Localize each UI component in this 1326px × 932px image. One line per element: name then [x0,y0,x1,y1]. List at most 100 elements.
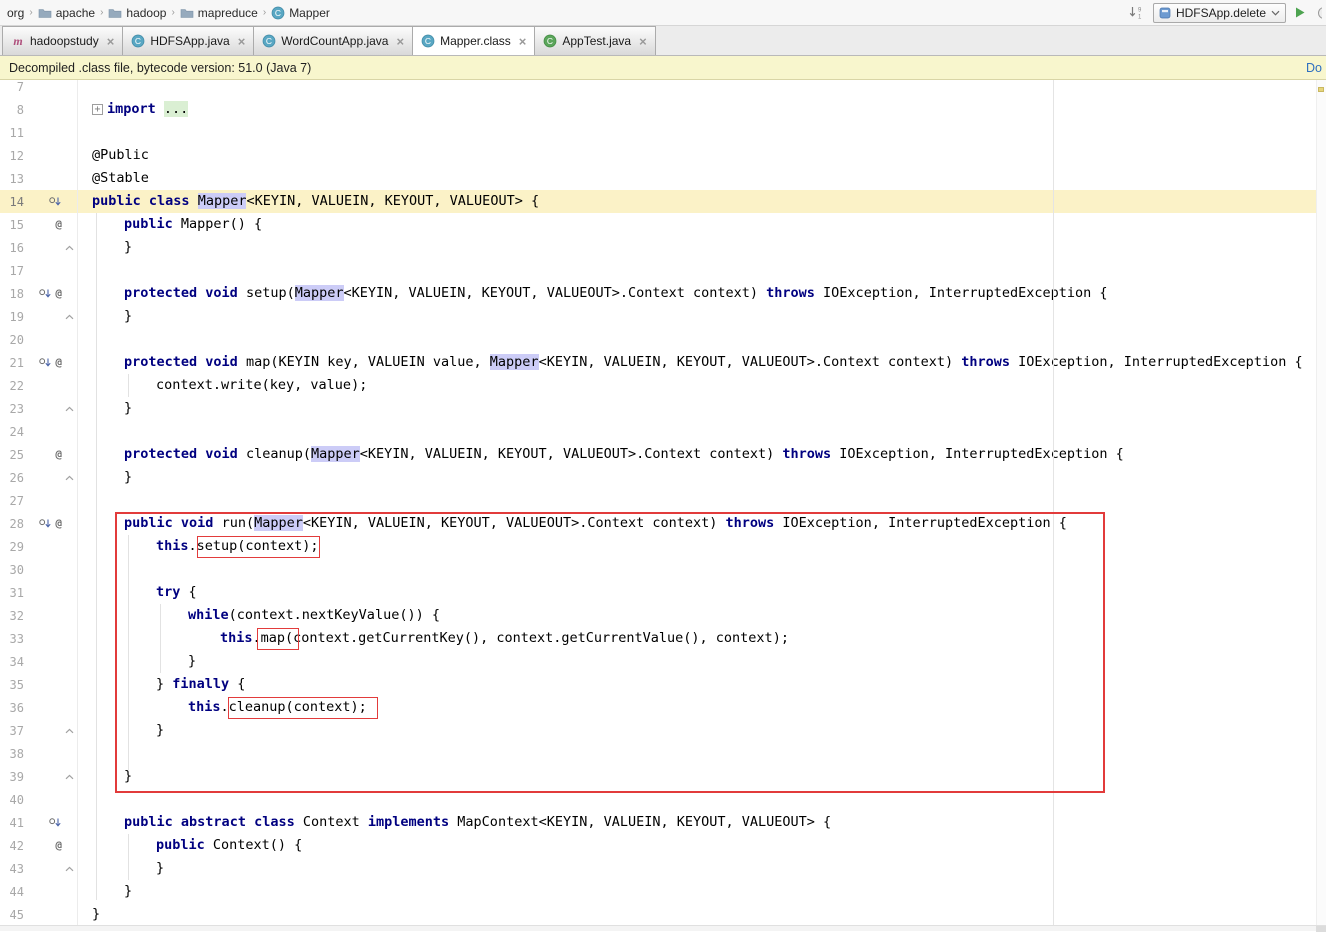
overridden-method-icon[interactable] [39,288,52,300]
code-line-12: 12@Public [0,144,1326,167]
fold-marker-icon[interactable] [65,314,74,320]
toolbar-right: 91 HDFSApp.delete [1128,3,1322,23]
breadcrumb-item-hadoop[interactable]: hadoop [105,5,169,21]
overridden-method-icon[interactable] [49,196,62,208]
annotation-gutter-icon[interactable]: @ [55,219,62,230]
chevron-right-icon: › [98,7,105,18]
code-text: this.map(context.getCurrentKey(), contex… [78,627,789,650]
run-button[interactable] [1294,6,1306,19]
plain-token: } [156,722,164,738]
annotation-gutter-icon[interactable]: @ [55,840,62,851]
fold-marker-icon[interactable] [65,728,74,734]
plain-token: } [124,308,132,324]
tab-WordCountApp.java[interactable]: CWordCountApp.java× [253,26,413,55]
code-line-45: 45} [0,903,1326,925]
plain-token: } [124,883,132,899]
code-text: } [78,765,132,788]
svg-text:C: C [135,36,141,46]
highlighted-identifier: Mapper [311,446,360,462]
fold-marker-icon[interactable] [65,245,74,251]
highlighted-identifier: Mapper [198,193,247,209]
editor-gutter: 41 [0,811,78,834]
breadcrumb-item-Mapper[interactable]: CMapper [268,5,333,21]
plain-token: @Stable [92,170,149,186]
plain-token: run( [213,515,254,531]
code-text: try { [78,581,197,604]
editor-gutter: 7 [0,80,78,98]
editor-gutter: 44 [0,880,78,903]
tab-label: HDFSApp.java [150,34,229,48]
keyword-token: public [124,515,173,531]
clipped-toolbar-icon [1314,6,1322,20]
keyword-token: class [149,193,190,209]
plain-token: Mapper() { [173,216,262,232]
code-line-38: 38 [0,742,1326,765]
keyword-token: public [92,193,141,209]
overridden-method-icon[interactable] [39,357,52,369]
collapsed-fold-icon[interactable]: + [92,104,103,115]
line-number: 39 [0,770,26,784]
breadcrumb-label: org [7,6,24,20]
code-text: protected void setup(Mapper<KEYIN, VALUE… [78,282,1108,305]
close-icon[interactable]: × [396,35,404,48]
run-configuration-select[interactable]: HDFSApp.delete [1153,3,1286,23]
fold-marker-icon[interactable] [65,475,74,481]
code-line-34: 34} [0,650,1326,673]
fold-marker-icon[interactable] [65,406,74,412]
tab-HDFSApp.java[interactable]: C HDFSApp.java × [122,26,254,55]
plain-token [156,101,164,117]
overridden-method-icon[interactable] [39,518,52,530]
code-text: while(context.nextKeyValue()) { [78,604,440,627]
annotation-gutter-icon[interactable]: @ [55,449,62,460]
annotation-gutter-icon[interactable]: @ [55,518,62,529]
code-line-13: 13@Stable [0,167,1326,190]
code-text: } [78,236,132,259]
folded-ellipsis: ... [164,101,188,117]
line-number: 20 [0,333,26,347]
annotation-gutter-icon[interactable]: @ [55,357,62,368]
breadcrumb-label: Mapper [289,6,330,20]
plain-token [173,814,181,830]
code-text: } [78,466,132,489]
breadcrumb-item-mapreduce[interactable]: mapreduce [177,5,261,21]
fold-marker-icon[interactable] [65,866,74,872]
svg-text:C: C [425,36,431,46]
banner-link[interactable]: Do [1306,61,1322,75]
chevron-right-icon: › [27,7,34,18]
code-line-24: 24 [0,420,1326,443]
close-icon[interactable]: × [639,35,647,48]
sort-descending-icon[interactable]: 91 [1128,5,1145,20]
plain-token [141,193,149,209]
editor-gutter: 40 [0,788,78,811]
overridden-method-icon[interactable] [49,817,62,829]
code-line-39: 39} [0,765,1326,788]
breadcrumb-item-org[interactable]: org [4,5,27,21]
plain-token [173,515,181,531]
editor-gutter: 14 [0,190,78,213]
keyword-token: implements [368,814,449,830]
tab-AppTest.java[interactable]: CAppTest.java× [534,26,655,55]
code-line-16: 16} [0,236,1326,259]
close-icon[interactable]: × [238,35,246,48]
line-number: 32 [0,609,26,623]
editor-gutter: 39 [0,765,78,788]
line-number: 15 [0,218,26,232]
breadcrumb-item-apache[interactable]: apache [35,5,98,21]
keyword-token: protected [124,354,197,370]
plain-token: (context.nextKeyValue()) { [229,607,440,623]
editor-gutter: 16 [0,236,78,259]
plain-token: } [124,400,132,416]
tab-hadoopstudy[interactable]: mhadoopstudy× [2,26,123,55]
close-icon[interactable]: × [107,35,115,48]
fold-marker-icon[interactable] [65,774,74,780]
keyword-token: void [205,354,238,370]
vertical-scrollbar[interactable] [1316,80,1326,925]
tab-Mapper.class[interactable]: CMapper.class× [412,26,535,55]
code-line-42: 42@public Context() { [0,834,1326,857]
horizontal-scrollbar[interactable] [0,925,1326,931]
close-icon[interactable]: × [519,35,527,48]
annotation-gutter-icon[interactable]: @ [55,288,62,299]
code-editor[interactable]: 78+import ...1112@Public13@Stable14publi… [0,80,1326,925]
plain-token: Context [295,814,368,830]
code-line-33: 33this.map(context.getCurrentKey(), cont… [0,627,1326,650]
